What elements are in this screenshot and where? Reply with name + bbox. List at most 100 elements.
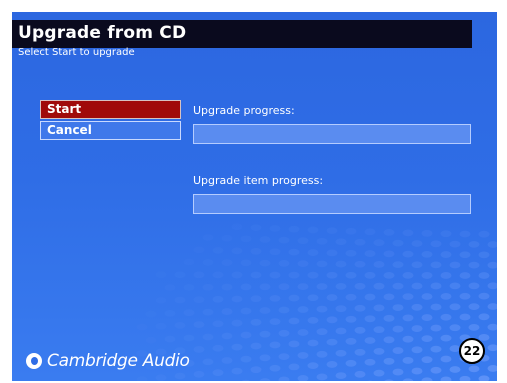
- decorative-dot: [297, 260, 309, 268]
- decorative-dot: [307, 339, 319, 347]
- decorative-dot: [250, 224, 262, 232]
- decorative-dot: [155, 297, 167, 304]
- decorative-dot: [430, 303, 442, 311]
- decorative-dot: [183, 309, 195, 317]
- decorative-dot: [212, 369, 224, 377]
- decorative-dot: [250, 247, 262, 255]
- decorative-dot: [278, 236, 290, 244]
- decorative-dot: [468, 261, 480, 269]
- decorative-dot: [421, 335, 433, 343]
- decorative-dot: [212, 320, 224, 328]
- decorative-dot: [297, 237, 309, 245]
- decorative-dot: [383, 250, 395, 258]
- page-number-badge: 22: [459, 338, 485, 364]
- decorative-dot: [373, 239, 385, 247]
- decorative-dot: [392, 325, 404, 333]
- decorative-dot: [164, 284, 176, 291]
- decorative-dot: [269, 271, 281, 279]
- decorative-dot: [402, 271, 414, 279]
- decorative-dot: [383, 336, 395, 344]
- decorative-dot: [421, 314, 433, 321]
- decorative-dot: [164, 309, 176, 317]
- decorative-dot: [354, 348, 366, 356]
- decorative-dot: [307, 271, 319, 279]
- decorative-dot: [316, 237, 328, 245]
- decorative-dot: [384, 379, 394, 381]
- decorative-dot: [364, 337, 376, 344]
- decorative-dot: [193, 246, 205, 254]
- decorative-dot: [440, 376, 452, 381]
- decorative-dot: [316, 305, 328, 313]
- decorative-dot: [411, 261, 423, 269]
- decorative-dot: [231, 295, 243, 303]
- decorative-dot: [402, 335, 414, 343]
- decorative-dot: [307, 362, 319, 370]
- decorative-dot: [430, 261, 442, 269]
- cambridge-audio-logo-icon: [26, 353, 42, 369]
- decorative-dot: [335, 349, 347, 357]
- decorative-dot: [459, 375, 471, 381]
- decorative-dot: [250, 318, 262, 326]
- decorative-dot: [354, 260, 366, 268]
- decorative-dot: [440, 313, 452, 321]
- decorative-dot: [373, 369, 385, 377]
- decorative-dot: [364, 315, 376, 323]
- upgrade-progress-bar: [193, 124, 471, 144]
- title-bar: Upgrade from CD: [12, 20, 472, 48]
- decorative-dot: [326, 271, 338, 279]
- decorative-dot: [411, 303, 423, 311]
- decorative-dot: [174, 296, 186, 304]
- decorative-dot: [478, 272, 490, 279]
- decorative-dot: [430, 366, 442, 374]
- decorative-dot: [459, 292, 471, 300]
- decorative-dot: [278, 259, 290, 267]
- decorative-dot: [202, 358, 214, 366]
- decorative-dot: [478, 251, 490, 259]
- decorative-dot: [345, 271, 357, 279]
- decorative-dot: [221, 259, 233, 267]
- decorative-dot: [402, 378, 414, 381]
- decorative-dot: [259, 378, 271, 381]
- decorative-dot: [478, 334, 490, 341]
- decorative-dot: [392, 368, 404, 376]
- decorative-dot: [411, 240, 423, 247]
- upgrade-progress-label: Upgrade progress:: [193, 104, 295, 117]
- decorative-dot: [440, 230, 452, 238]
- decorative-dot: [297, 283, 309, 290]
- decorative-dot: [440, 272, 452, 279]
- decorative-dot: [402, 250, 414, 258]
- decorative-dot: [459, 251, 471, 259]
- decorative-dot: [183, 334, 195, 342]
- decorative-dot: [402, 229, 414, 237]
- cancel-button[interactable]: Cancel: [40, 121, 181, 140]
- decorative-dot: [449, 324, 461, 332]
- decorative-dot: [250, 295, 262, 303]
- decorative-dot: [212, 344, 224, 352]
- decorative-dot: [421, 293, 433, 300]
- decorative-dot: [316, 328, 328, 336]
- decorative-dot: [269, 248, 281, 256]
- decorative-dot: [250, 271, 262, 279]
- decorative-dot: [459, 230, 471, 238]
- upgrade-item-progress-bar: [193, 194, 471, 214]
- decorative-dot: [269, 225, 281, 232]
- decorative-dot: [307, 294, 319, 302]
- decorative-dot: [487, 241, 497, 248]
- start-button[interactable]: Start: [40, 100, 181, 119]
- decorative-dot: [231, 319, 243, 327]
- decorative-dot: [478, 230, 490, 238]
- decorative-dot: [240, 283, 252, 291]
- decorative-dot: [136, 376, 148, 381]
- decorative-dot: [449, 282, 461, 290]
- decorative-dot: [392, 347, 404, 354]
- decorative-dot: [297, 329, 309, 336]
- decorative-dot: [240, 331, 252, 339]
- decorative-dot: [297, 352, 309, 359]
- decorative-dot: [326, 316, 338, 324]
- decorative-dot: [335, 282, 347, 290]
- decorative-dot: [345, 227, 357, 235]
- decorative-dot: [402, 293, 414, 301]
- decorative-dot: [354, 238, 366, 246]
- decorative-dot: [259, 354, 271, 362]
- decorative-dot: [259, 307, 271, 314]
